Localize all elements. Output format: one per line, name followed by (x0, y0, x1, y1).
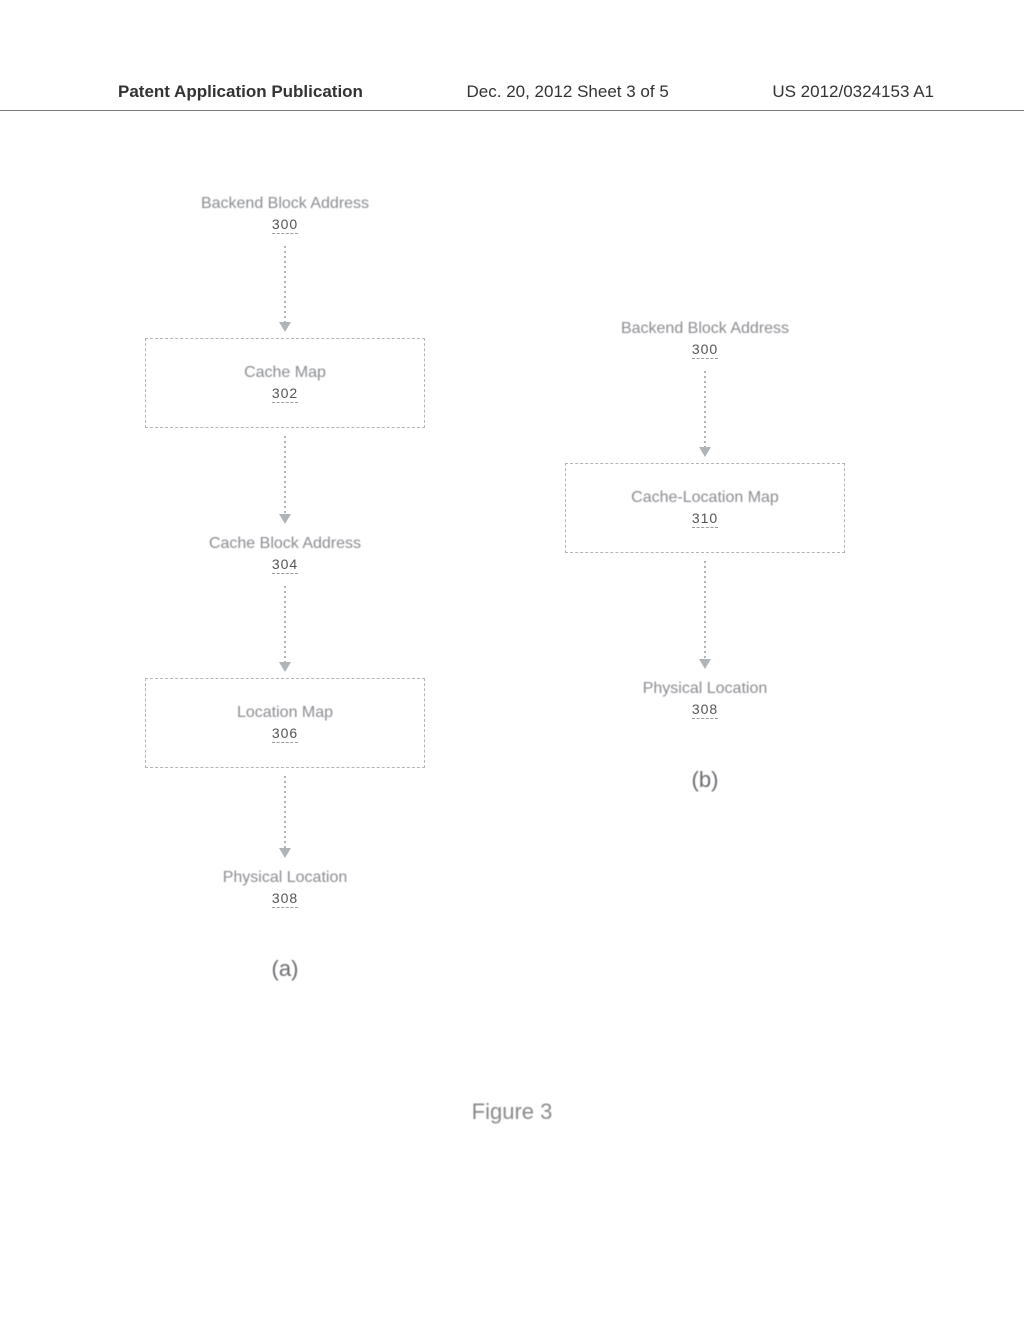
flow-sublabel: (b) (565, 767, 845, 793)
step-refnum: 302 (272, 385, 298, 403)
step-title: Cache Map (158, 363, 412, 383)
step-refnum: 304 (272, 556, 298, 574)
arrow-down-icon (275, 244, 295, 334)
step-refnum: 306 (272, 725, 298, 743)
header-right: US 2012/0324153 A1 (772, 82, 934, 102)
arrow-down-icon (695, 369, 715, 459)
step-title: Backend Block Address (145, 194, 425, 214)
header-left: Patent Application Publication (118, 82, 363, 102)
header-mid: Dec. 20, 2012 Sheet 3 of 5 (467, 82, 669, 102)
page-header: Patent Application Publication Dec. 20, … (0, 82, 1024, 111)
step-title: Cache Block Address (145, 534, 425, 554)
arrow-down-icon (275, 774, 295, 860)
step-refnum: 308 (272, 890, 298, 908)
step-refnum: 308 (692, 701, 718, 719)
flow-sublabel: (a) (145, 956, 425, 982)
step-title: Backend Block Address (565, 319, 845, 339)
step-title: Physical Location (565, 679, 845, 699)
arrow-down-icon (275, 584, 295, 674)
flow-b: Backend Block Address 300 Cache-Location… (565, 315, 845, 793)
flow-label: Physical Location 308 (145, 864, 425, 912)
figure-area: Backend Block Address 300 Cache Map 302 … (0, 160, 1024, 1290)
flow-label: Physical Location 308 (565, 675, 845, 723)
arrow-down-icon (695, 559, 715, 671)
figure-caption: Figure 3 (0, 1099, 1024, 1125)
step-title: Location Map (158, 703, 412, 723)
flow-box: Cache-Location Map 310 (565, 463, 845, 553)
step-title: Cache-Location Map (578, 488, 832, 508)
arrow-down-icon (275, 434, 295, 526)
flow-label: Cache Block Address 304 (145, 530, 425, 578)
step-refnum: 310 (692, 510, 718, 528)
flow-label: Backend Block Address 300 (145, 190, 425, 238)
step-refnum: 300 (692, 341, 718, 359)
flow-box: Cache Map 302 (145, 338, 425, 428)
flow-box: Location Map 306 (145, 678, 425, 768)
step-title: Physical Location (145, 868, 425, 888)
flow-a: Backend Block Address 300 Cache Map 302 … (145, 190, 425, 982)
step-refnum: 300 (272, 216, 298, 234)
flow-label: Backend Block Address 300 (565, 315, 845, 363)
